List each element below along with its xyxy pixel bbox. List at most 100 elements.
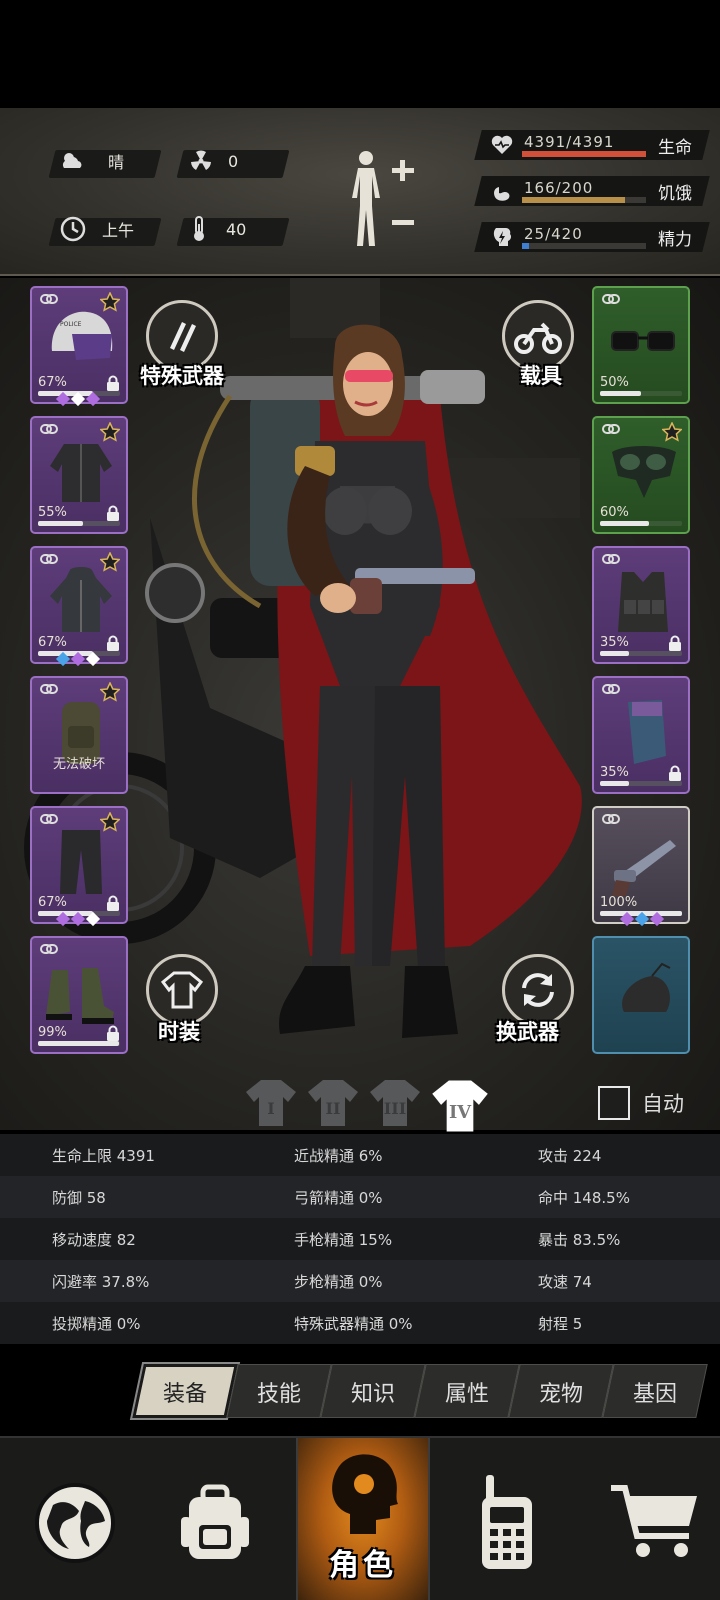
lock-icon[interactable] — [668, 765, 682, 782]
gem-icon — [70, 911, 86, 927]
auto-checkbox[interactable] — [598, 1086, 630, 1120]
stat-cell: 暴击 83.5% — [538, 1231, 621, 1249]
equip-slot-mask[interactable]: 60% — [592, 416, 690, 534]
stats-table: 生命上限 4391 近战精通 6% 攻击 224 防御 58 弓箭精通 0% 命… — [0, 1134, 720, 1344]
temperature-indicator[interactable]: 40 — [186, 216, 246, 242]
equip-slot-vest[interactable]: 35% — [592, 546, 690, 664]
nav-character-label: 角色 — [329, 1548, 397, 1583]
radiation-indicator[interactable]: 0 — [188, 148, 238, 174]
nav-shop[interactable] — [600, 1458, 710, 1588]
table-row: 闪避率 37.8% 步枪精通 0% 攻速 74 — [0, 1260, 720, 1302]
special-weapon-label: 特殊武器 — [140, 364, 224, 388]
brain-lightning-icon — [493, 228, 512, 246]
outfit-slot-1[interactable]: I — [244, 1076, 298, 1130]
status-header: 晴 0 上午 40 4391/4391 生命 166/200 饥饿 25/420… — [0, 108, 720, 276]
tshirt-icon: I — [246, 1080, 296, 1126]
equip-slot-armband[interactable]: 35% — [592, 676, 690, 794]
link-icon — [602, 424, 620, 434]
svg-text:I: I — [267, 1099, 274, 1118]
energy-bar[interactable]: 25/420 精力 — [474, 222, 710, 252]
lock-icon[interactable] — [106, 895, 120, 912]
boots-icon — [46, 968, 114, 1024]
clock-icon — [60, 216, 86, 242]
mask-durability-fill — [600, 521, 650, 526]
table-row: 移动速度 82 手枪精通 15% 暴击 83.5% — [0, 1218, 720, 1260]
vest-durability-fill — [600, 651, 629, 656]
outfit-slot-4-active[interactable]: IV — [430, 1076, 488, 1132]
equip-slot-backpack[interactable]: 无法破坏 — [30, 676, 128, 794]
stat-cell: 生命上限 4391 — [52, 1147, 155, 1165]
equip-slot-sack[interactable] — [592, 936, 690, 1054]
lock-icon[interactable] — [668, 635, 682, 652]
swap-icon — [522, 973, 554, 1007]
thermometer-icon — [186, 216, 212, 242]
outfit-slot-3[interactable]: III — [368, 1076, 422, 1130]
link-icon — [40, 814, 58, 824]
gem-icon — [70, 391, 86, 407]
gem-icon — [70, 651, 86, 667]
hunger-label: 饥饿 — [658, 184, 692, 204]
lock-icon[interactable] — [106, 505, 120, 522]
stat-cell: 移动速度 82 — [52, 1231, 136, 1249]
link-icon — [40, 944, 58, 954]
equip-slot-pants[interactable]: 67% — [30, 806, 128, 924]
lock-icon[interactable] — [106, 375, 120, 392]
equip-slot-glasses[interactable]: 50% — [592, 286, 690, 404]
svg-text:II: II — [326, 1099, 341, 1118]
gem-icon — [55, 911, 71, 927]
gas-mask-icon — [612, 446, 676, 498]
weapon-gems — [619, 911, 665, 927]
nav-world-map[interactable] — [20, 1458, 130, 1588]
table-row: 投掷精通 0% 特殊武器精通 0% 射程 5 — [0, 1302, 720, 1344]
stat-cell: 步枪精通 0% — [294, 1273, 383, 1291]
nav-backpack[interactable] — [160, 1458, 270, 1588]
stat-cell: 近战精通 6% — [294, 1147, 383, 1165]
tab-skills-label: 技能 — [256, 1382, 301, 1407]
nav-radio[interactable] — [452, 1458, 562, 1588]
helmet-gems — [55, 391, 101, 407]
equip-slot-boots[interactable]: 99% — [30, 936, 128, 1054]
armband-icon — [628, 700, 666, 764]
svg-text:POLICE: POLICE — [60, 321, 82, 328]
lock-icon[interactable] — [106, 635, 120, 652]
outfit-slot-2[interactable]: II — [306, 1076, 360, 1130]
riot-helmet-icon: POLICE — [51, 311, 113, 360]
fashion-label: 时装 — [158, 1020, 200, 1044]
swap-weapon-label: 换武器 — [496, 1020, 559, 1044]
equip-slot-jacket[interactable]: 55% — [30, 416, 128, 534]
globe-icon — [35, 1483, 115, 1563]
gem-icon — [649, 911, 665, 927]
stat-cell: 闪避率 37.8% — [52, 1273, 150, 1291]
sunglasses-icon — [611, 331, 675, 351]
tshirt-icon: II — [308, 1080, 358, 1126]
health-bar[interactable]: 4391/4391 生命 — [474, 130, 710, 160]
equip-slot-coat[interactable]: 67% — [30, 546, 128, 664]
nav-character[interactable]: 角色 — [296, 1438, 430, 1600]
time-indicator[interactable]: 上午 — [60, 216, 134, 242]
stat-cell: 防御 58 — [52, 1189, 106, 1207]
stat-cell: 特殊武器精通 0% — [294, 1315, 413, 1333]
stat-cell: 命中 148.5% — [538, 1189, 630, 1207]
gem-icon — [634, 911, 650, 927]
body-figure-icon — [352, 151, 414, 246]
lock-icon[interactable] — [106, 1025, 120, 1042]
pants-icon — [60, 830, 102, 894]
equip-slot-helmet[interactable]: POLICE 67% — [30, 286, 128, 404]
table-row: 防御 58 弓箭精通 0% 命中 148.5% — [0, 1176, 720, 1218]
hunger-bar[interactable]: 166/200 饥饿 — [474, 176, 710, 206]
revolver-icon — [612, 840, 676, 896]
sack-icon — [622, 962, 671, 1012]
hunger-fill — [522, 197, 625, 203]
gem-icon — [55, 391, 71, 407]
stat-cell: 攻击 224 — [538, 1147, 602, 1165]
tshirt-icon: IV — [432, 1080, 488, 1132]
character-scene: POLICE 67% 55% 67% 无法破坏 67% 99% 50% 60% … — [0, 278, 720, 1130]
equip-slot-weapon[interactable]: 100% — [592, 806, 690, 924]
weather-indicator[interactable]: 晴 — [60, 148, 124, 174]
gem-icon — [85, 911, 101, 927]
pants-durability-text: 67% — [38, 895, 67, 910]
vehicle-label: 载具 — [520, 364, 562, 388]
backpack-icon — [181, 1484, 249, 1559]
energy-value: 25/420 — [524, 225, 583, 243]
body-status-button[interactable] — [348, 148, 420, 252]
